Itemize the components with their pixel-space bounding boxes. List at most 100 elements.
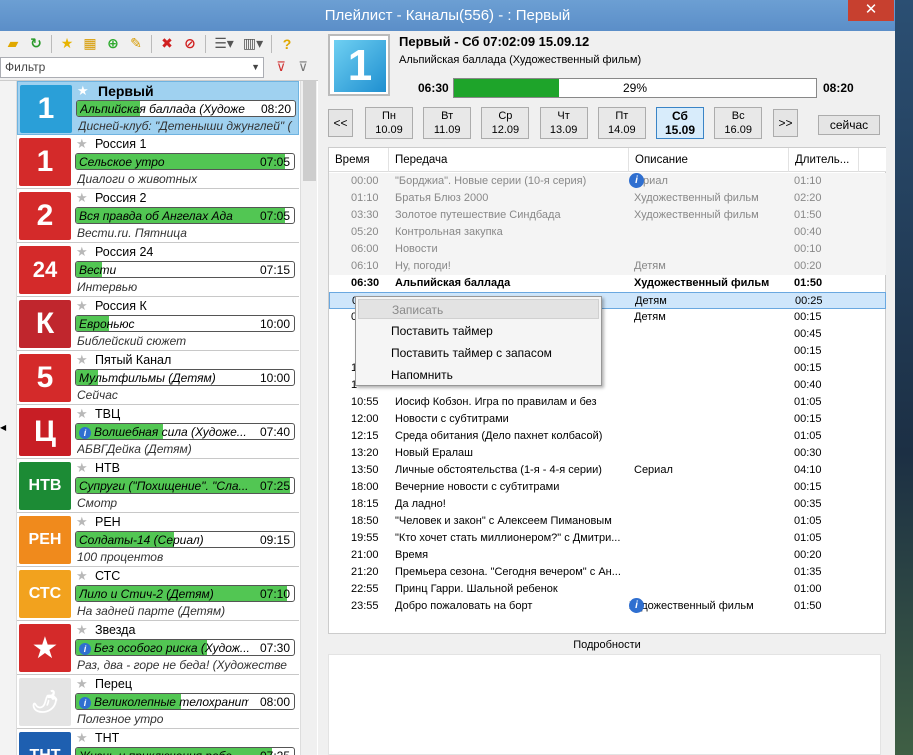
table-row[interactable]: 13:50 Личные обстоятельства (1-я - 4-я се…: [329, 462, 886, 479]
filter-input[interactable]: Фильтр ▼: [0, 57, 264, 78]
current-program-title: Евроньюс: [79, 317, 135, 331]
channel-item[interactable]: ★ ★ Звезда i Без особого риска (Худож... 07:3…: [17, 621, 299, 675]
delete-icon[interactable]: ✖: [157, 34, 177, 54]
day-tab[interactable]: Пт 14.09: [597, 107, 646, 139]
table-row[interactable]: 12:15 Среда обитания (Дело пахнет колбасо…: [329, 428, 886, 445]
day-tab[interactable]: Сб 15.09: [656, 107, 704, 139]
menu-item-set-timer-margin[interactable]: Поставить таймер с запасом: [358, 343, 599, 363]
menu-item-remind[interactable]: Напомнить: [358, 365, 599, 385]
groups-icon[interactable]: ▦: [80, 34, 100, 54]
favorite-star-icon[interactable]: ★: [76, 136, 88, 152]
channel-logo: 1: [328, 34, 390, 96]
table-row[interactable]: 00:00 "Борджиа". Новые серии (10-я серия)…: [329, 173, 886, 190]
favorite-star-icon[interactable]: ★: [77, 83, 89, 99]
table-row[interactable]: 21:20 Премьера сезона. "Сегодня вечером" …: [329, 564, 886, 581]
table-row[interactable]: 01:10 Братья Блюз 2000 Художественный филь…: [329, 190, 886, 207]
column-header-duration[interactable]: Длитель...: [789, 148, 859, 172]
day-tab[interactable]: Пн 10.09: [365, 107, 413, 139]
table-row[interactable]: 03:30 Золотое путешествие Синдбада Художес…: [329, 207, 886, 224]
channel-item[interactable]: 1 ★ Россия 1 Сельское утро 07:05 Диалоги о жи…: [17, 135, 299, 189]
favorite-star-icon[interactable]: ★: [76, 622, 88, 638]
day-tab[interactable]: Ср 12.09: [481, 107, 530, 139]
favorite-star-icon[interactable]: ★: [76, 568, 88, 584]
channel-item[interactable]: 1 ★ Первый Альпийская баллада (Художе 08:20 Д…: [17, 81, 299, 135]
info-icon[interactable]: i: [629, 598, 644, 613]
open-folder-icon[interactable]: ▰: [3, 34, 23, 54]
channel-item[interactable]: СТС ★ СТС Лило и Стич-2 (Детям) 07:10 На задн…: [17, 567, 299, 621]
column-header-program[interactable]: Передача: [389, 148, 629, 172]
info-icon[interactable]: i: [79, 643, 91, 655]
info-icon[interactable]: i: [629, 173, 644, 188]
add-icon[interactable]: ⊕: [103, 34, 123, 54]
table-row[interactable]: 18:00 Вечерние новости с субтитрами 00:15: [329, 479, 886, 496]
channel-item[interactable]: НТВ ★ НТВ Супруги ("Похищение". "Сла... 07:2…: [17, 459, 299, 513]
channel-item[interactable]: ТНТ ★ ТНТ Жизнь и приключения ребе... 07:25: [17, 729, 299, 755]
table-row[interactable]: 12:00 Новости с субтитрами 00:15: [329, 411, 886, 428]
table-row[interactable]: 23:55 Добро пожаловать на борт i Художестве…: [329, 598, 886, 615]
channel-item[interactable]: 2 ★ Россия 2 Вся правда об Ангелах Ада 07:05…: [17, 189, 299, 243]
prev-week-button[interactable]: <<: [328, 109, 353, 137]
table-row[interactable]: 22:55 Принц Гарри. Шальной ребенок 01:00: [329, 581, 886, 598]
day-date: 15.09: [664, 123, 696, 137]
favorite-star-icon[interactable]: ★: [76, 352, 88, 368]
favorite-star-icon[interactable]: ★: [76, 514, 88, 530]
day-tab[interactable]: Вс 16.09: [714, 107, 763, 139]
current-program: Супруги ("Похищение". "Сла...: [79, 479, 249, 493]
details-box: [328, 654, 881, 755]
channel-item[interactable]: 🌶 ★ Перец i Великолепные телохранит... 08:00 П…: [17, 675, 299, 729]
list-view-icon[interactable]: ☰▾: [211, 34, 237, 54]
table-row[interactable]: 06:00 Новости 00:10: [329, 241, 886, 258]
channel-item[interactable]: 5 ★ Пятый Канал Мультфильмы (Детям) 10:00 Сей…: [17, 351, 299, 405]
favorite-star-icon[interactable]: ★: [76, 460, 88, 476]
table-row[interactable]: 18:15 Да ладно! 00:35: [329, 496, 886, 513]
channel-item[interactable]: РЕН ★ РЕН Солдаты-14 (Сериал) 09:15 100 проце…: [17, 513, 299, 567]
filter-icon[interactable]: ⊽: [294, 59, 312, 77]
filter-clear-icon[interactable]: ⊽: [272, 59, 290, 77]
channel-item[interactable]: 24 ★ Россия 24 Вести 07:15 Интервью: [17, 243, 299, 297]
favorite-star-icon[interactable]: ★: [76, 730, 88, 746]
chevron-down-icon[interactable]: ▼: [251, 58, 260, 77]
table-row[interactable]: 06:10 Ну, погоди! Детям 00:20: [329, 258, 886, 275]
info-icon[interactable]: i: [79, 427, 91, 439]
favorite-star-icon[interactable]: ★: [76, 406, 88, 422]
table-row[interactable]: 21:00 Время 00:20: [329, 547, 886, 564]
collapse-arrow-icon[interactable]: ◀: [0, 423, 6, 437]
channel-item[interactable]: К ★ Россия К Евроньюс 10:00 Библейский сюжет: [17, 297, 299, 351]
row-time: 13:20: [351, 447, 379, 459]
favorite-star-icon[interactable]: ★: [57, 34, 77, 54]
favorite-star-icon[interactable]: ★: [76, 298, 88, 314]
next-week-button[interactable]: >>: [773, 109, 798, 137]
channel-item[interactable]: Ц ★ ТВЦ i Волшебная сила (Художе... 07:40 АБВГ…: [17, 405, 299, 459]
now-button[interactable]: сейчас: [818, 115, 880, 135]
desktop-background: [895, 0, 913, 755]
close-button[interactable]: ✕: [848, 0, 894, 21]
column-header-description[interactable]: Описание: [629, 148, 789, 172]
menu-item-record[interactable]: Записать: [358, 299, 599, 319]
day-tab[interactable]: Чт 13.09: [539, 107, 588, 139]
menu-item-set-timer[interactable]: Поставить таймер: [358, 321, 599, 341]
help-icon[interactable]: ?: [277, 34, 297, 54]
column-header-time[interactable]: Время: [329, 148, 389, 172]
block-icon[interactable]: ⊘: [180, 34, 200, 54]
edit-icon[interactable]: ✎: [126, 34, 146, 54]
favorite-star-icon[interactable]: ★: [76, 190, 88, 206]
table-row[interactable]: 13:20 Новый Ералаш 00:30: [329, 445, 886, 462]
table-row[interactable]: 06:30 Альпийская баллада Художественный фи…: [329, 275, 886, 292]
table-row[interactable]: 05:20 Контрольная закупка 00:40: [329, 224, 886, 241]
day-tab[interactable]: Вт 11.09: [423, 107, 472, 139]
table-row[interactable]: 19:55 "Кто хочет стать миллионером?" с Дм…: [329, 530, 886, 547]
favorite-star-icon[interactable]: ★: [76, 244, 88, 260]
refresh-icon[interactable]: ↻: [26, 34, 46, 54]
panel-view-icon[interactable]: ▥▾: [240, 34, 266, 54]
channel-list-scrollbar[interactable]: [300, 81, 317, 755]
channel-logo-text: НТВ: [28, 477, 62, 494]
info-icon[interactable]: i: [79, 697, 91, 709]
schedule-table[interactable]: Время Передача Описание Длитель... 00:00…: [328, 147, 886, 634]
favorite-star-icon[interactable]: ★: [76, 676, 88, 692]
table-row[interactable]: 10:55 Иосиф Кобзон. Игра по правилам и бе…: [329, 394, 886, 411]
scrollbar-thumb[interactable]: [303, 81, 316, 181]
row-program: Личные обстоятельства (1-я - 4-я серии): [395, 464, 602, 476]
channel-list[interactable]: 1 ★ Первый Альпийская баллада (Художе 08:20 Д…: [0, 80, 318, 755]
row-program: Золотое путешествие Синдбада: [395, 209, 561, 221]
table-row[interactable]: 18:50 "Человек и закон" с Алексеем Пимано…: [329, 513, 886, 530]
